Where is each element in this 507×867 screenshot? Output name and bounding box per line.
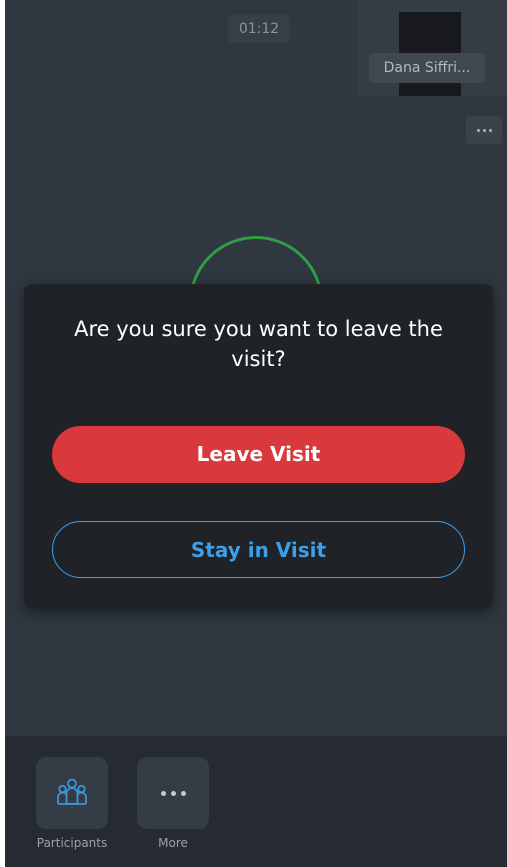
- ellipsis-icon: [488, 128, 492, 132]
- bottom-toolbar: Participants More: [5, 736, 507, 867]
- dialog-message: Are you sure you want to leave the visit…: [74, 317, 443, 371]
- leave-visit-button[interactable]: Leave Visit: [52, 426, 465, 483]
- ellipsis-icon: [476, 128, 480, 132]
- tile-options-button[interactable]: [466, 116, 502, 144]
- participants-icon: [57, 778, 87, 805]
- ellipsis-icon: [482, 128, 486, 132]
- participants-label: Participants: [36, 836, 108, 850]
- call-timer: 01:12: [228, 15, 290, 43]
- video-call-screen: 01:12 Dana Siffri... Are you sure you wa…: [5, 0, 507, 867]
- more-dots-icon: [160, 790, 186, 796]
- leave-confirmation-dialog: Are you sure you want to leave the visit…: [24, 284, 493, 608]
- more-button[interactable]: [137, 757, 209, 829]
- self-view-tile[interactable]: Dana Siffri...: [357, 0, 507, 96]
- participants-button[interactable]: [36, 757, 108, 829]
- participant-name-tag: Dana Siffri...: [369, 53, 485, 83]
- stay-in-visit-button[interactable]: Stay in Visit: [52, 521, 465, 578]
- more-label: More: [158, 836, 188, 850]
